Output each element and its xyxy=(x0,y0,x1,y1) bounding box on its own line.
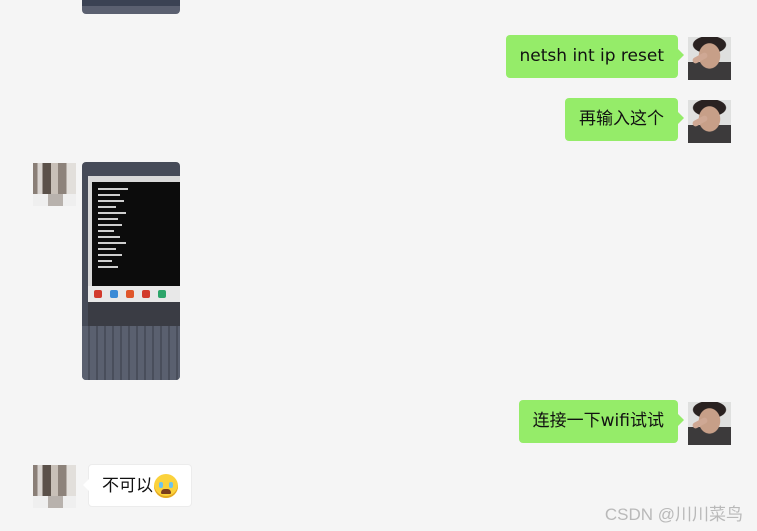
message-bubble-outgoing[interactable]: 再输入这个 xyxy=(565,98,684,141)
message-bubble-incoming[interactable]: 不可以 xyxy=(83,464,192,507)
photo-keyboard xyxy=(82,326,180,380)
my-avatar[interactable] xyxy=(688,100,731,143)
friend-avatar[interactable] xyxy=(33,465,76,508)
my-avatar[interactable] xyxy=(688,402,731,445)
image-message[interactable] xyxy=(82,162,180,380)
image-message-partial[interactable] xyxy=(82,0,180,14)
chat-conversation: netsh int ip reset 再输入这个 连接一下wifi试试 不可以 … xyxy=(0,0,757,531)
message-bubble-outgoing[interactable]: netsh int ip reset xyxy=(505,35,685,78)
photo-taskbar xyxy=(88,286,180,326)
message-text: 不可以 xyxy=(102,476,153,496)
photo-terminal-window xyxy=(92,182,180,286)
message-text: netsh int ip reset xyxy=(519,46,664,66)
friend-avatar[interactable] xyxy=(33,163,76,206)
message-bubble-outgoing[interactable]: 连接一下wifi试试 xyxy=(518,400,685,443)
watermark: CSDN @川川菜鸟 xyxy=(604,505,743,524)
message-text: 再输入这个 xyxy=(579,109,664,129)
crying-face-emoji xyxy=(154,474,178,498)
message-text: 连接一下wifi试试 xyxy=(532,411,664,431)
photo-laptop-screen xyxy=(88,176,180,326)
my-avatar[interactable] xyxy=(688,37,731,80)
